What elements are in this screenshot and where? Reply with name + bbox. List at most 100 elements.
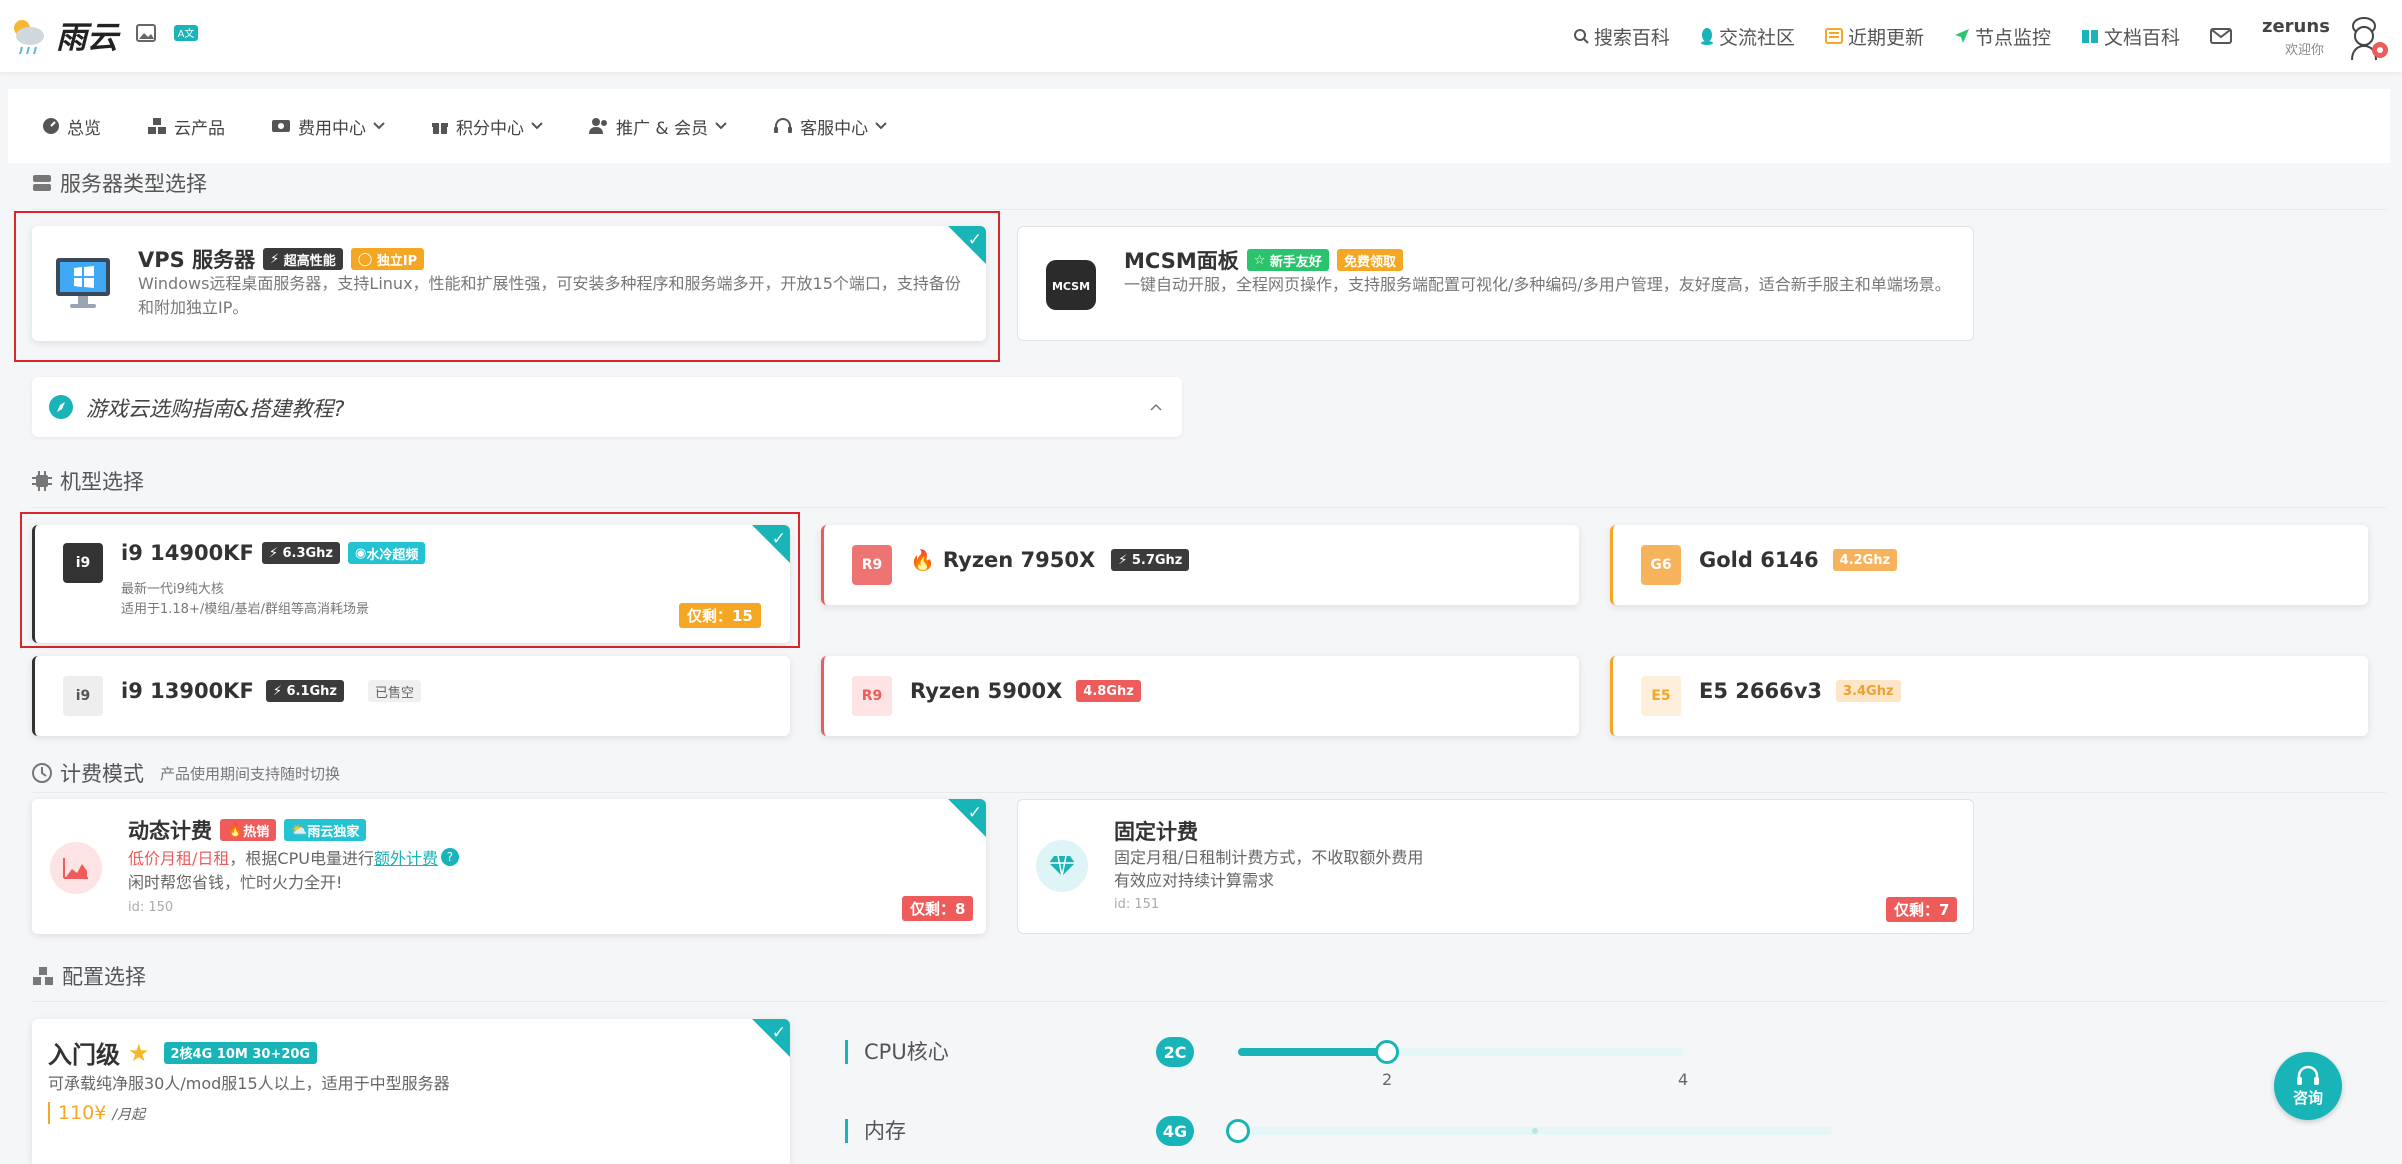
book-icon xyxy=(2081,30,2098,43)
billing-desc-line2: 闲时帮您省钱，忙时火力全开! xyxy=(128,873,343,892)
cpu-label: CPU核心 xyxy=(845,1040,949,1064)
server-type-desc: Windows远程桌面服务器，支持Linux，性能和扩展性强，可安装多种程序和服… xyxy=(138,274,961,317)
tag-label: 雨云独家 xyxy=(307,824,360,840)
machine-card-e5-2666v3[interactable]: E5 E5 2666v3 3.4Ghz xyxy=(1610,656,2368,736)
nav-item-points-center[interactable]: 积分中心 xyxy=(431,114,543,139)
hot-tag: 🔥 热销 xyxy=(220,819,277,841)
nav-item-label: 费用中心 xyxy=(298,118,366,139)
freq-label: 4.8Ghz xyxy=(1083,683,1134,699)
machine-card-ryzen-5900x[interactable]: R9 Ryzen 5900X 4.8Ghz xyxy=(821,656,1579,736)
top-link-search[interactable]: 搜索百科 xyxy=(1573,23,1670,50)
top-link-monitor[interactable]: 节点监控 xyxy=(1954,23,2051,50)
cpu-slider-handle[interactable] xyxy=(1374,1040,1399,1064)
plan-price-unit: /月起 xyxy=(112,1107,146,1123)
server-type-vps-card[interactable]: VPS 服务器 ⚡ 超高性能 ◯ 独立IP Windows远程桌面服务器，支持L… xyxy=(32,226,986,341)
image-icon[interactable] xyxy=(135,22,157,44)
consult-label: 咨询 xyxy=(2292,1088,2323,1107)
top-link-updates[interactable]: 近期更新 xyxy=(1824,23,1924,50)
memory-slider-handle[interactable] xyxy=(1226,1119,1250,1143)
top-link-label: 交流社区 xyxy=(1718,26,1795,49)
server-type-mcsm-card[interactable]: MCSM MCSM面板 ☆ 新手友好 免费领取 一键自动开服，全程网页操作，支持… xyxy=(1017,226,1974,341)
mail-icon xyxy=(2210,28,2232,44)
machine-card-i9-14900kf[interactable]: i9 i9 14900KF ⚡ 6.3Ghz ◉ 水冷超频 最新一代i9纯大核 适… xyxy=(32,525,790,643)
consult-button[interactable]: 咨询 xyxy=(2274,1052,2342,1120)
divider xyxy=(32,507,2386,508)
user-welcome: 欢迎你 xyxy=(2284,43,2324,58)
top-link-label: 近期更新 xyxy=(1847,26,1924,49)
nav-item-overview[interactable]: 总览 xyxy=(42,114,101,139)
machine-desc-line2: 适用于1.18+/模组/基岩/群组等高消耗场景 xyxy=(121,602,369,617)
billing-dynamic-card[interactable]: 动态计费 🔥 热销 ⛅ 雨云独家 低价月租/日租 ，根据CPU电量进行 额外计费 ?… xyxy=(32,799,986,934)
tag-label: 超高性能 xyxy=(283,253,336,269)
translate-icon[interactable]: A文 xyxy=(173,22,199,44)
star-icon: ★ xyxy=(128,1038,150,1067)
freq-label: 4.2Ghz xyxy=(1839,552,1891,568)
selected-corner: ✓ xyxy=(948,226,986,264)
extra-billing-link[interactable]: 额外计费 xyxy=(374,845,438,869)
top-links: 搜索百科 交流社区 近期更新 节点监控 文档百科 xyxy=(1573,0,2232,72)
freq-tag: 4.8Ghz xyxy=(1076,680,1141,702)
freq-label: 6.1Ghz xyxy=(286,683,337,699)
machine-badge: E5 xyxy=(1641,676,1681,716)
top-link-label: 文档百科 xyxy=(2103,26,2180,49)
stock-badge: 仅剩：8 xyxy=(902,896,974,921)
mail-button[interactable] xyxy=(2210,27,2232,45)
chart-area-icon xyxy=(50,842,102,894)
compass-icon xyxy=(49,395,73,419)
user-menu[interactable]: zeruns 欢迎你 xyxy=(2262,16,2330,58)
cpu-slider-fill xyxy=(1238,1048,1387,1056)
freq-tag: ⚡ 6.3Ghz xyxy=(261,542,340,564)
freq-label: 5.7Ghz xyxy=(1131,552,1183,568)
nav-item-customer-service[interactable]: 客服中心 xyxy=(773,114,887,139)
svg-text:A文: A文 xyxy=(178,27,195,40)
brand-logo[interactable]: 雨云 xyxy=(8,12,118,57)
machine-card-ryzen-7950x[interactable]: R9 🔥 Ryzen 7950X ⚡ 5.7Ghz xyxy=(821,525,1579,605)
freq-tag: 3.4Ghz xyxy=(1836,680,1901,702)
headset-icon xyxy=(2297,1065,2319,1085)
machine-card-gold-6146[interactable]: G6 Gold 6146 4.2Ghz xyxy=(1610,525,2368,605)
monitor-windows-icon xyxy=(56,258,110,308)
billing-fixed-card[interactable]: 固定计费 固定月租/日租制计费方式，不收取额外费用 有效应对持续计算需求 id:… xyxy=(1017,799,1974,934)
avatar[interactable] xyxy=(2344,14,2388,62)
cubes-icon xyxy=(33,967,53,985)
machine-badge: G6 xyxy=(1641,545,1681,585)
server-icon xyxy=(33,175,51,191)
svg-text:MCSM: MCSM xyxy=(1052,280,1090,293)
machine-desc-line1: 最新一代i9纯大核 xyxy=(121,582,224,597)
mcsm-logo-icon: MCSM xyxy=(1046,260,1096,310)
check-icon: ✓ xyxy=(771,1023,786,1043)
nav-item-label: 总览 xyxy=(67,118,101,139)
freq-tag: 4.2Ghz xyxy=(1832,549,1898,571)
check-icon: ✓ xyxy=(771,529,786,549)
nav-item-label: 积分中心 xyxy=(456,118,524,139)
machine-badge: R9 xyxy=(852,676,892,716)
user-name: zeruns xyxy=(2262,16,2330,37)
machine-name: Gold 6146 xyxy=(1699,548,1819,572)
section-title: 服务器类型选择 xyxy=(60,172,207,196)
chevron-down-icon xyxy=(875,122,887,130)
memory-label: 内存 xyxy=(845,1119,906,1143)
server-type-title: VPS 服务器 xyxy=(138,248,256,272)
billing-title: 固定计费 xyxy=(1114,820,1198,844)
qq-icon xyxy=(1700,28,1713,45)
memory-slider-dot xyxy=(1532,1128,1538,1134)
plan-card-entry[interactable]: 入门级 ★ 2核4G 10M 30+20G 可承载纯净服30人/mod服15人以… xyxy=(32,1019,790,1164)
cpu-tick-2: 2 xyxy=(1382,1070,1393,1089)
help-icon[interactable]: ? xyxy=(440,848,459,866)
top-link-label: 节点监控 xyxy=(1974,26,2051,49)
guide-collapse[interactable]: 游戏云选购指南&搭建教程? xyxy=(32,377,1182,437)
nav-item-promotion-membership[interactable]: 推广 & 会员 xyxy=(589,114,727,139)
nav-item-label: 推广 & 会员 xyxy=(616,118,709,139)
stock-badge: 仅剩：7 xyxy=(1886,897,1958,922)
machine-card-i9-13900kf[interactable]: i9 i9 13900KF ⚡ 6.1Ghz 已售空 xyxy=(32,656,790,736)
chevron-down-icon xyxy=(715,122,727,130)
memory-value-pill: 4G xyxy=(1156,1116,1194,1146)
nav-item-billing-center[interactable]: 费用中心 xyxy=(271,114,385,139)
divider xyxy=(32,792,2386,793)
section-config: 配置选择 xyxy=(32,961,146,991)
divider xyxy=(32,1001,2386,1002)
top-link-community[interactable]: 交流社区 xyxy=(1700,23,1795,50)
top-link-docs[interactable]: 文档百科 xyxy=(2081,23,2180,50)
tag-label: 免费领取 xyxy=(1343,254,1396,270)
nav-item-cloud-products[interactable]: 云产品 xyxy=(147,114,225,139)
